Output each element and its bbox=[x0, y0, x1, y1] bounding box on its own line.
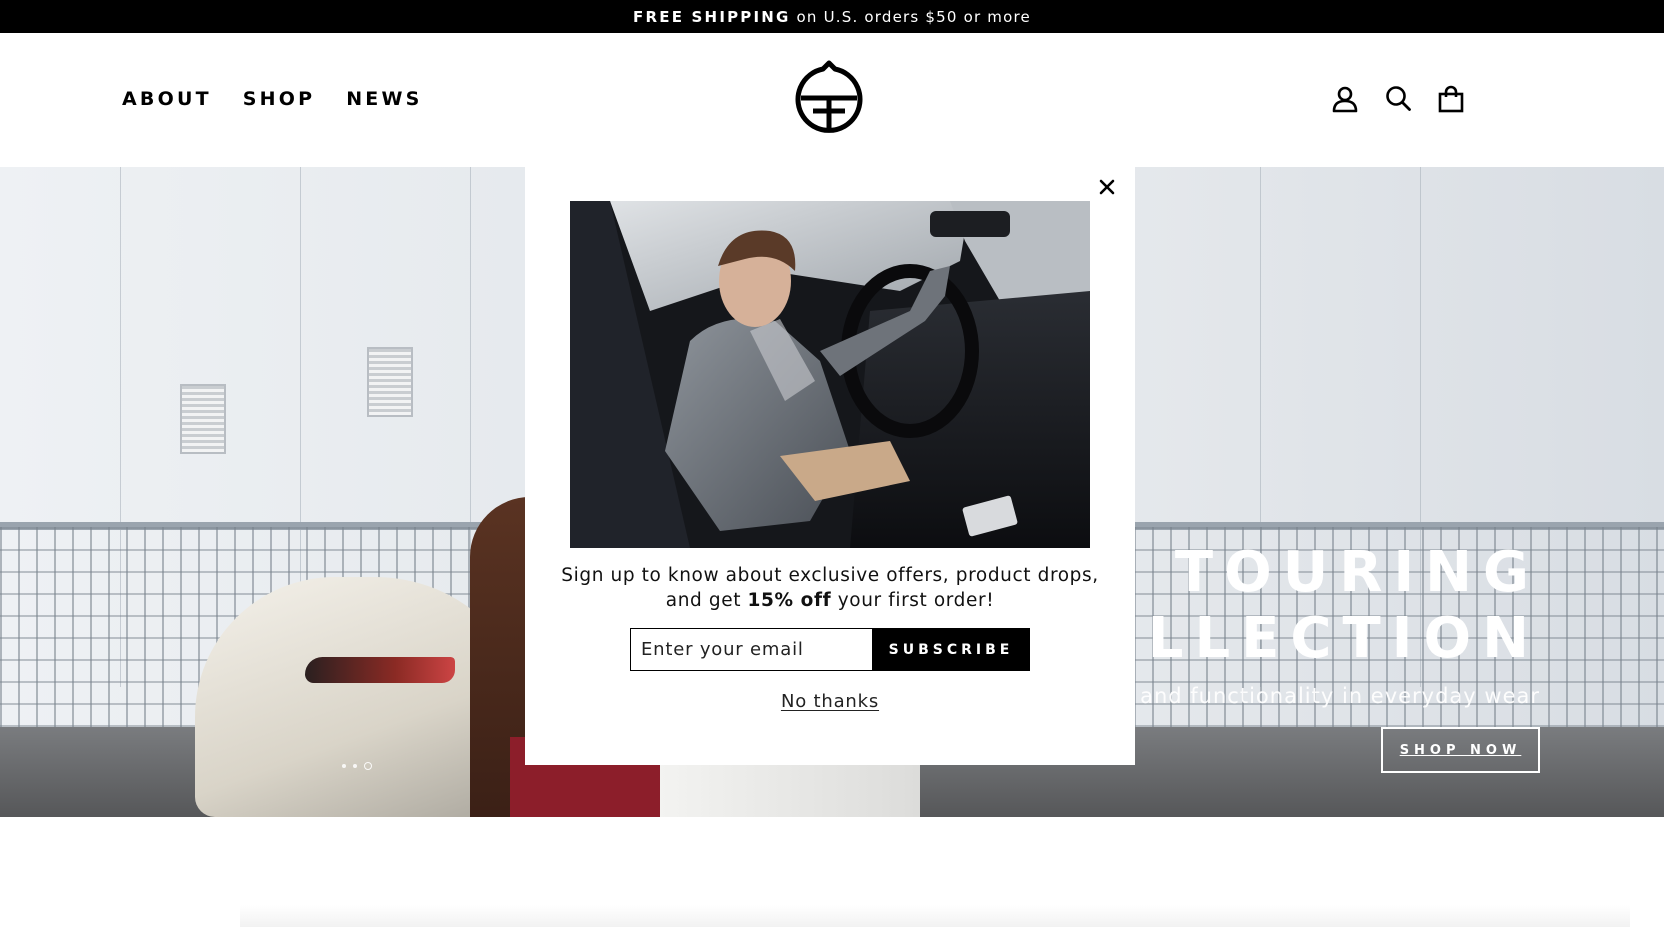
slide-dot[interactable] bbox=[353, 764, 357, 768]
announcement-bold: FREE SHIPPING bbox=[633, 7, 791, 26]
slide-dot-active[interactable] bbox=[364, 762, 372, 770]
nav-shop[interactable]: SHOP bbox=[243, 88, 315, 110]
shop-now-button[interactable]: SHOP NOW bbox=[1381, 727, 1540, 773]
no-thanks-link[interactable]: No thanks bbox=[525, 691, 1135, 712]
section-divider bbox=[240, 905, 1630, 927]
nav-news[interactable]: NEWS bbox=[346, 88, 422, 110]
popup-text-prefix: and get bbox=[665, 590, 742, 611]
nav-about[interactable]: ABOUT bbox=[122, 88, 212, 110]
newsletter-form: SUBSCRIBE bbox=[630, 628, 1030, 671]
slide-dot[interactable] bbox=[342, 764, 346, 768]
brand-emblem-icon bbox=[795, 60, 863, 133]
cart-icon[interactable] bbox=[1438, 85, 1464, 113]
popup-discount: 15% off bbox=[747, 590, 832, 611]
subscribe-button[interactable]: SUBSCRIBE bbox=[872, 628, 1030, 671]
wall-vent bbox=[180, 384, 226, 454]
newsletter-popup: Sign up to know about exclusive offers, … bbox=[525, 167, 1135, 765]
announcement-text: on U.S. orders $50 or more bbox=[796, 7, 1031, 26]
announcement-bar: FREE SHIPPING on U.S. orders $50 or more bbox=[0, 0, 1664, 33]
main-nav: ABOUT SHOP NEWS bbox=[122, 88, 423, 110]
wall-vent bbox=[367, 347, 413, 417]
site-header: ABOUT SHOP NEWS bbox=[0, 33, 1664, 167]
search-icon[interactable] bbox=[1385, 85, 1411, 113]
car-taillight bbox=[305, 657, 455, 683]
close-icon[interactable] bbox=[1093, 173, 1121, 201]
email-input[interactable] bbox=[630, 628, 872, 671]
brand-logo[interactable] bbox=[793, 60, 865, 136]
slideshow-dots bbox=[342, 762, 372, 770]
header-actions bbox=[1332, 85, 1464, 113]
popup-text-suffix: your first order! bbox=[837, 590, 995, 611]
popup-message: Sign up to know about exclusive offers, … bbox=[545, 563, 1115, 613]
popup-text-line1: Sign up to know about exclusive offers, … bbox=[561, 565, 1099, 586]
account-icon[interactable] bbox=[1332, 85, 1358, 113]
popup-image bbox=[570, 201, 1090, 548]
